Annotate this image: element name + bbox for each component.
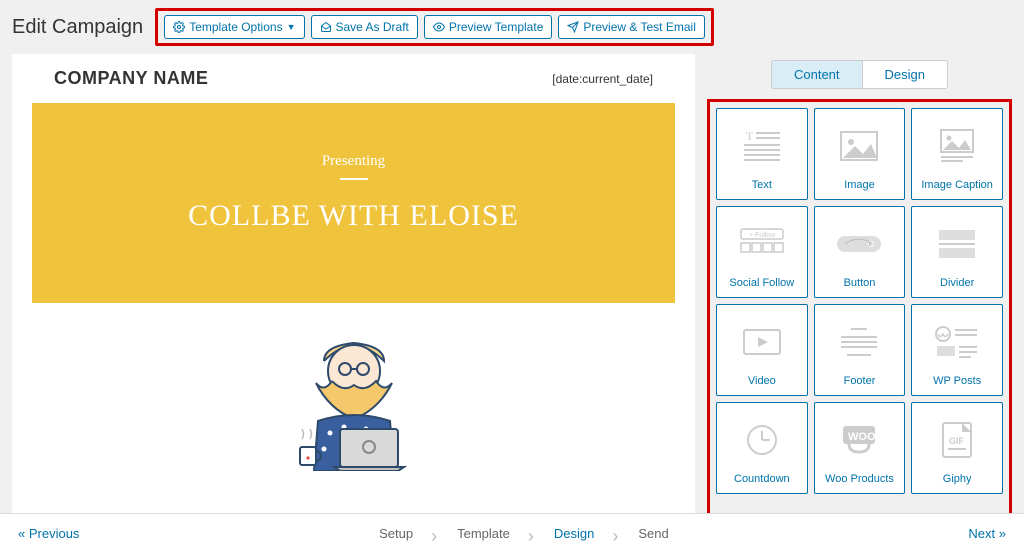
block-icon: T xyxy=(740,117,784,175)
email-canvas[interactable]: COMPANY NAME [date:current_date] Present… xyxy=(12,54,695,524)
blocks-highlight: T Text Image Image Caption + Follow Social Fo… xyxy=(707,99,1012,524)
block-divider[interactable]: Divider xyxy=(911,206,1003,298)
side-panel: Content Design T Text Image Image Caption + … xyxy=(707,54,1012,524)
block-label: Video xyxy=(748,375,776,387)
hero-subtext: Presenting xyxy=(52,153,655,170)
block-icon xyxy=(933,313,981,371)
side-tabs: Content Design xyxy=(771,60,948,89)
wizard-steps: SetupTemplateDesignSend xyxy=(357,526,691,541)
step-design[interactable]: Design xyxy=(532,526,616,541)
block-label: Button xyxy=(844,277,876,289)
block-icon xyxy=(837,313,881,371)
caret-down-icon: ▼ xyxy=(287,22,296,32)
block-label: Countdown xyxy=(734,473,790,485)
tab-design[interactable]: Design xyxy=(862,61,947,88)
page-title: Edit Campaign xyxy=(12,16,143,39)
hero-title: COLLBE WITH ELOISE xyxy=(52,199,655,233)
envelope-open-icon xyxy=(320,21,332,33)
date-placeholder: [date:current_date] xyxy=(552,72,653,86)
block-image[interactable]: Image xyxy=(814,108,906,200)
block-button[interactable]: Button xyxy=(814,206,906,298)
tab-content[interactable]: Content xyxy=(772,61,862,88)
step-setup[interactable]: Setup xyxy=(357,526,435,541)
wizard-bar: « Previous SetupTemplateDesignSend Next … xyxy=(0,513,1024,553)
toolbar-highlight: Template Options ▼ Save As Draft Preview… xyxy=(155,8,714,46)
block-icon xyxy=(835,215,883,273)
eye-icon xyxy=(433,21,445,33)
block-woo-products[interactable]: WOO Woo Products xyxy=(814,402,906,494)
hero-illustration xyxy=(12,321,695,476)
block-label: Text xyxy=(752,179,772,191)
block-icon xyxy=(837,117,881,175)
block-footer[interactable]: Footer xyxy=(814,304,906,396)
step-send[interactable]: Send xyxy=(616,526,690,541)
preview-template-button[interactable]: Preview Template xyxy=(424,15,553,39)
svg-text:GIF: GIF xyxy=(949,436,965,446)
block-wp-posts[interactable]: WP Posts xyxy=(911,304,1003,396)
block-giphy[interactable]: GIF Giphy xyxy=(911,402,1003,494)
block-icon: GIF xyxy=(940,411,974,469)
block-video[interactable]: Video xyxy=(716,304,808,396)
svg-text:WOO: WOO xyxy=(848,431,876,443)
block-label: Footer xyxy=(844,375,876,387)
preview-test-email-button[interactable]: Preview & Test Email xyxy=(558,15,704,39)
template-options-button[interactable]: Template Options ▼ xyxy=(164,15,304,39)
block-icon: WOO xyxy=(839,411,879,469)
next-button[interactable]: Next » xyxy=(968,526,1006,541)
block-countdown[interactable]: Countdown xyxy=(716,402,808,494)
block-label: Social Follow xyxy=(729,277,794,289)
block-icon xyxy=(935,215,979,273)
svg-text:T: T xyxy=(746,129,754,143)
block-icon xyxy=(744,411,780,469)
hero-block[interactable]: Presenting COLLBE WITH ELOISE xyxy=(32,103,675,303)
block-label: Divider xyxy=(940,277,974,289)
block-label: Image xyxy=(844,179,875,191)
gear-icon xyxy=(173,21,185,33)
block-label: Woo Products xyxy=(825,473,894,485)
block-icon: + Follow xyxy=(739,215,785,273)
hero-divider xyxy=(340,178,368,180)
block-icon xyxy=(935,117,979,175)
prev-button[interactable]: « Previous xyxy=(18,526,79,541)
step-template[interactable]: Template xyxy=(435,526,532,541)
block-image-caption[interactable]: Image Caption xyxy=(911,108,1003,200)
block-label: Image Caption xyxy=(921,179,993,191)
block-social-follow[interactable]: + Follow Social Follow xyxy=(716,206,808,298)
block-text[interactable]: T Text xyxy=(716,108,808,200)
company-name: COMPANY NAME xyxy=(54,68,208,89)
paper-plane-icon xyxy=(567,21,579,33)
save-draft-button[interactable]: Save As Draft xyxy=(311,15,418,39)
block-icon xyxy=(740,313,784,371)
svg-text:+ Follow: + Follow xyxy=(749,232,776,239)
block-label: Giphy xyxy=(943,473,972,485)
block-label: WP Posts xyxy=(933,375,981,387)
